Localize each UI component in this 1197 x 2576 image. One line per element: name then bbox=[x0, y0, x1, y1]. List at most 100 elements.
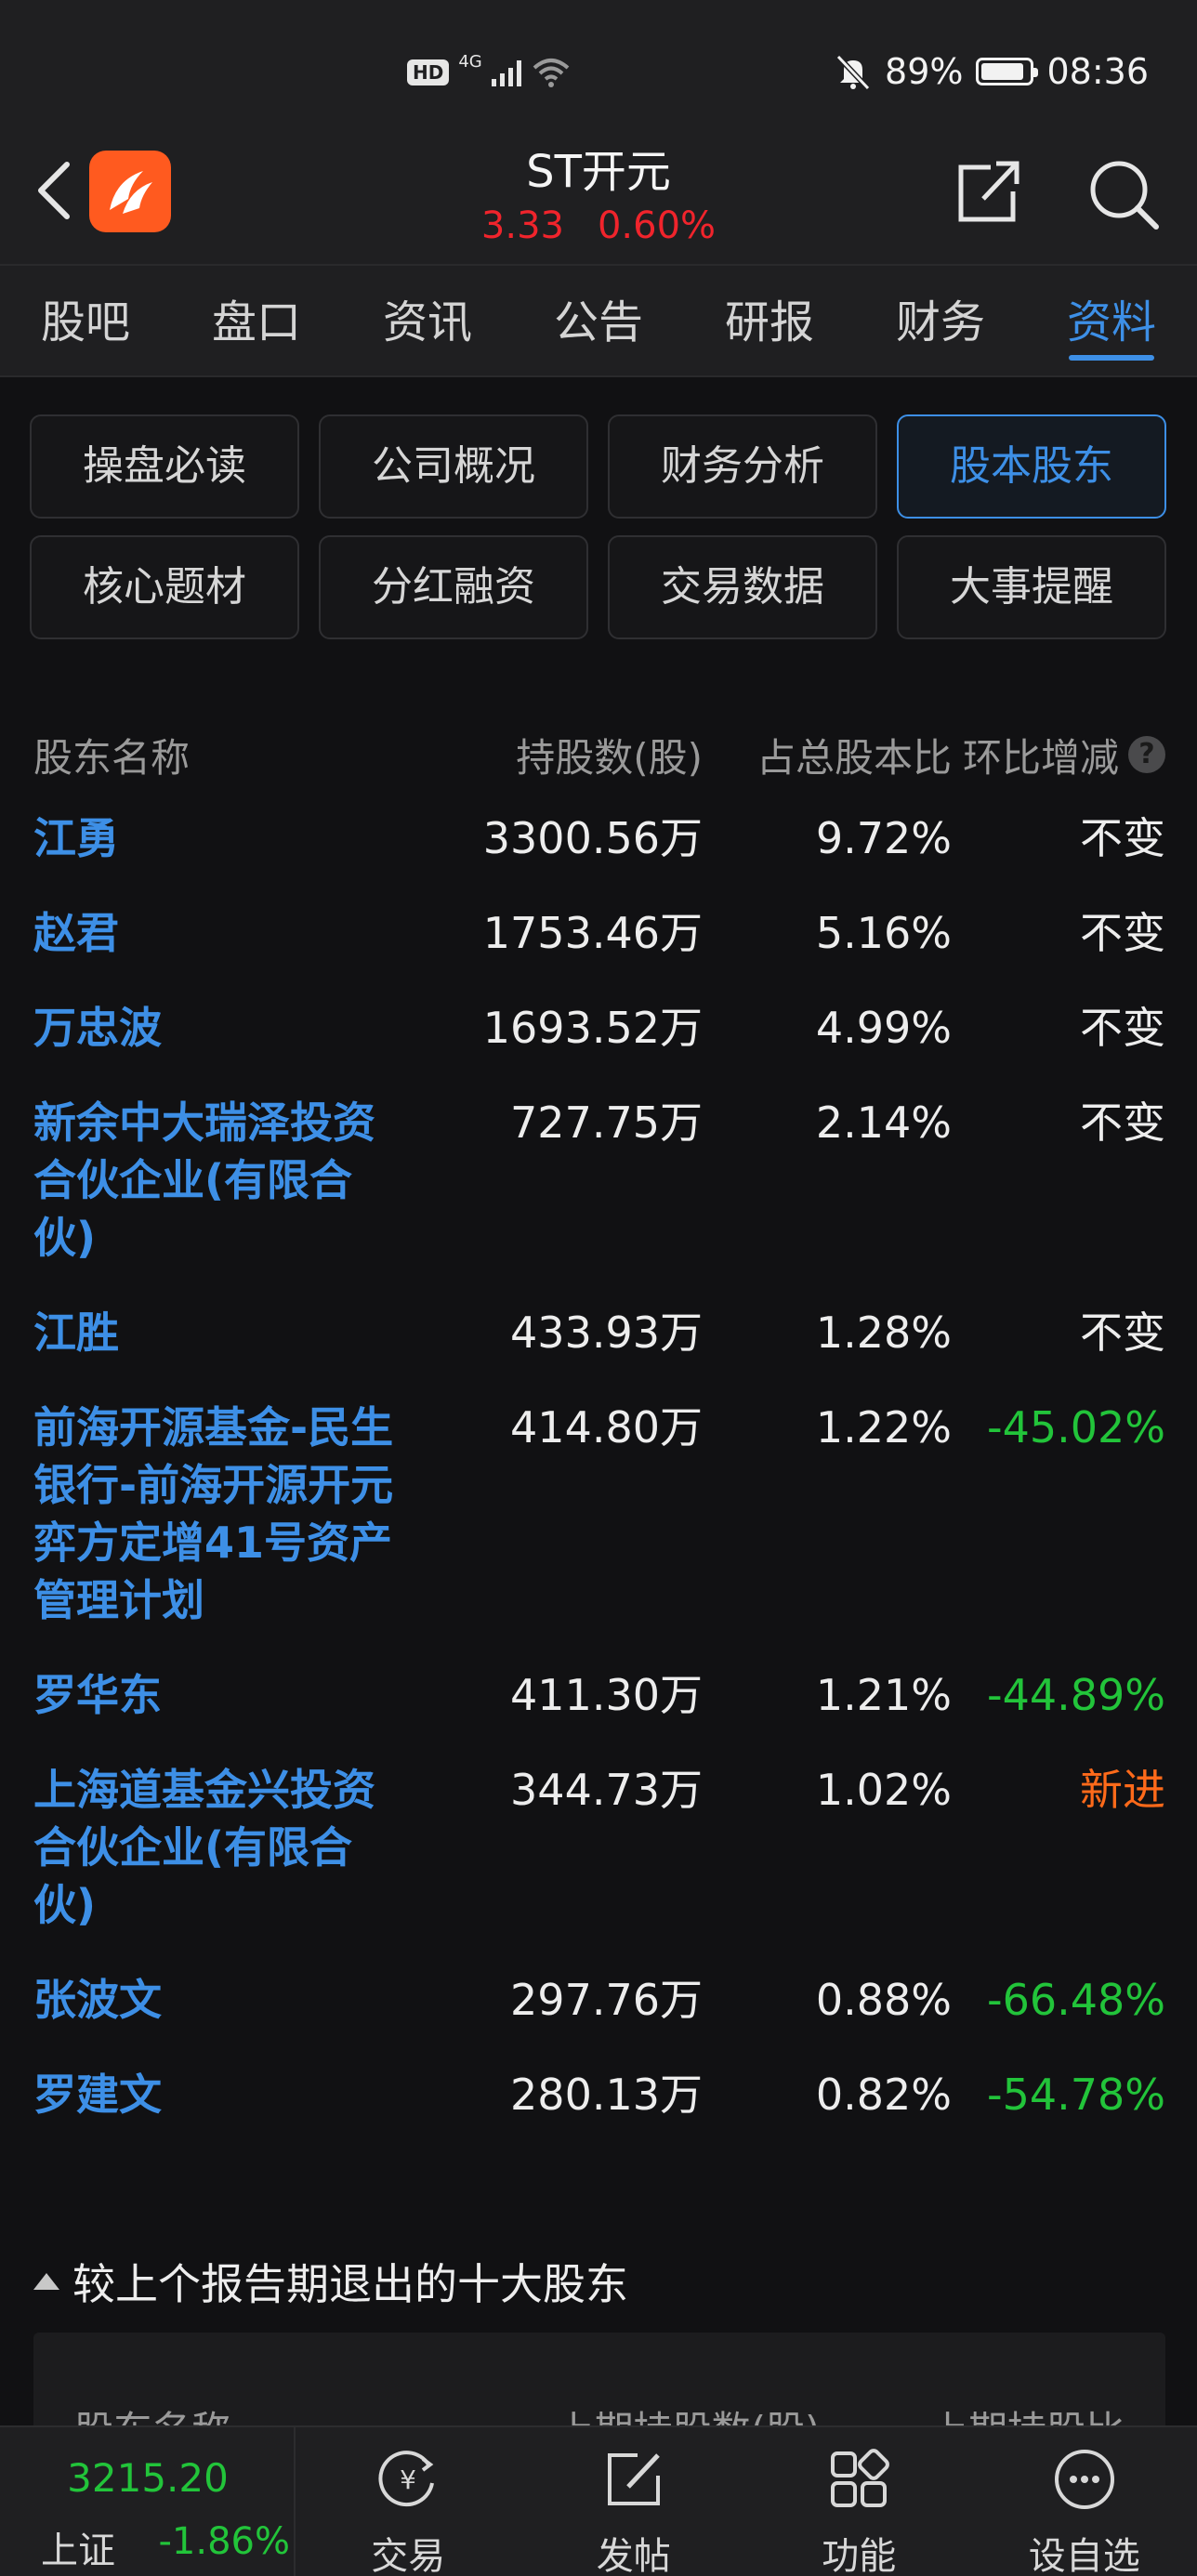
nav-post[interactable]: 发帖 bbox=[521, 2427, 747, 2576]
holder-change: 不变 bbox=[1080, 813, 1165, 863]
table-row[interactable]: 新余中大瑞泽投资 合伙企业(有限合 伙) 727.75万 2.14% 不变 bbox=[33, 1078, 1165, 1288]
share-icon bbox=[958, 161, 1019, 222]
col-holder-name: 股东名称 bbox=[33, 734, 191, 781]
holder-ratio: 1.02% bbox=[815, 1765, 952, 1815]
holder-shares: 3300.56万 bbox=[482, 813, 703, 863]
holder-name[interactable]: 新余中大瑞泽投资 合伙企业(有限合 伙) bbox=[33, 1094, 424, 1267]
triangle-up-icon bbox=[33, 2273, 59, 2290]
holder-shares: 280.13万 bbox=[510, 2070, 703, 2120]
battery-icon bbox=[976, 58, 1039, 85]
sub-tabs: 操盘必读 公司概况 财务分析 股本股东 核心题材 分红融资 交易数据 大事提醒 bbox=[30, 414, 1167, 639]
exited-table-header: 股东名称 上期持股数(股) 上期持股比 bbox=[33, 2399, 1165, 2425]
exited-holders-table: 股东名称 上期持股数(股) 上期持股比 bbox=[33, 2333, 1165, 2425]
bottom-bar: 3215.20 上证 -1.86% ¥ 交易 发帖 功能 设自选 bbox=[0, 2425, 1197, 2576]
back-button[interactable] bbox=[26, 158, 82, 223]
nav-functions[interactable]: 功能 bbox=[746, 2427, 972, 2576]
tab-research[interactable]: 研报 bbox=[684, 266, 855, 375]
tab-news[interactable]: 资讯 bbox=[342, 266, 513, 375]
sub-tab-shareholders[interactable]: 股本股东 bbox=[897, 414, 1166, 519]
table-row[interactable]: 罗建文 280.13万 0.82% -54.78% bbox=[33, 2050, 1165, 2145]
nav-label: 发帖 bbox=[596, 2535, 671, 2576]
exited-holders-toggle[interactable]: 较上个报告期退出的十大股东 bbox=[33, 2249, 1165, 2314]
compose-icon bbox=[607, 2453, 660, 2505]
holder-ratio: 1.28% bbox=[815, 1308, 952, 1358]
holder-ratio: 2.14% bbox=[815, 1097, 952, 1148]
index-change: -1.86% bbox=[158, 2520, 290, 2563]
holder-change: -66.48% bbox=[987, 1975, 1165, 2025]
holder-ratio: 0.82% bbox=[815, 2070, 952, 2120]
holder-ratio: 9.72% bbox=[815, 813, 952, 863]
stock-price: 3.33 bbox=[480, 204, 564, 247]
search-button[interactable] bbox=[1084, 154, 1162, 232]
holder-change: 不变 bbox=[1080, 1308, 1165, 1358]
holder-ratio: 0.88% bbox=[815, 1975, 952, 2025]
table-row[interactable]: 江胜 433.93万 1.28% 不变 bbox=[33, 1288, 1165, 1383]
table-row[interactable]: 万忠波 1693.52万 4.99% 不变 bbox=[33, 983, 1165, 1078]
sub-tab-core-themes[interactable]: 核心题材 bbox=[30, 535, 299, 639]
sub-tab-events[interactable]: 大事提醒 bbox=[897, 535, 1166, 639]
table-row[interactable]: 上海道基金兴投资 合伙企业(有限合 伙) 344.73万 1.02% 新进 bbox=[33, 1745, 1165, 1955]
wifi-icon bbox=[533, 59, 570, 87]
tab-announcements[interactable]: 公告 bbox=[513, 266, 684, 375]
holder-name[interactable]: 江胜 bbox=[33, 1304, 424, 1361]
help-icon[interactable]: ? bbox=[1128, 736, 1165, 773]
hd-badge: HD bbox=[407, 59, 450, 85]
holder-name[interactable]: 前海开源基金-民生 银行-前海开源开元 弈方定增41号资产 管理计划 bbox=[33, 1399, 424, 1629]
sub-tab-dividends[interactable]: 分红融资 bbox=[319, 535, 588, 639]
table-row[interactable]: 赵君 1753.46万 5.16% 不变 bbox=[33, 888, 1165, 983]
yuan-circle-icon: ¥ bbox=[378, 2451, 435, 2507]
holder-ratio: 1.21% bbox=[815, 1670, 952, 1720]
holder-name[interactable]: 赵君 bbox=[33, 904, 424, 962]
sub-tab-company-overview[interactable]: 公司概况 bbox=[319, 414, 588, 519]
exited-title: 较上个报告期退出的十大股东 bbox=[72, 2259, 628, 2309]
holder-ratio: 1.22% bbox=[815, 1402, 952, 1452]
nav-label: 功能 bbox=[822, 2535, 897, 2576]
holder-change: 不变 bbox=[1080, 1097, 1165, 1148]
table-row[interactable]: 前海开源基金-民生 银行-前海开源开元 弈方定增41号资产 管理计划 414.80… bbox=[33, 1383, 1165, 1650]
more-circle-icon bbox=[1054, 2450, 1114, 2509]
holder-name[interactable]: 江勇 bbox=[33, 809, 424, 867]
holder-name[interactable]: 张波文 bbox=[33, 1971, 424, 2029]
tab-finance[interactable]: 财务 bbox=[855, 266, 1026, 375]
holder-shares: 344.73万 bbox=[510, 1765, 703, 1815]
nav-add-watchlist[interactable]: 设自选 bbox=[972, 2427, 1197, 2576]
stock-header: ST开元 3.33 0.60% bbox=[0, 139, 1197, 264]
holder-name[interactable]: 上海道基金兴投资 合伙企业(有限合 伙) bbox=[33, 1761, 424, 1934]
tab-pankou[interactable]: 盘口 bbox=[171, 266, 342, 375]
holder-shares: 1693.52万 bbox=[482, 1003, 703, 1053]
tab-profile[interactable]: 资料 bbox=[1026, 266, 1197, 375]
app-logo[interactable] bbox=[89, 151, 171, 232]
sub-tab-trading-data[interactable]: 交易数据 bbox=[608, 535, 877, 639]
holder-name[interactable]: 万忠波 bbox=[33, 999, 424, 1057]
holder-rows: 江勇 3300.56万 9.72% 不变 赵君 1753.46万 5.16% 不变 万忠波 169… bbox=[33, 794, 1165, 2145]
stock-change-pct: 0.60% bbox=[597, 204, 717, 247]
sub-tab-trading-guide[interactable]: 操盘必读 bbox=[30, 414, 299, 519]
exited-col-ratio: 上期持股比 bbox=[874, 2399, 1125, 2425]
index-name: 上证 bbox=[41, 2530, 115, 2572]
holder-name[interactable]: 罗建文 bbox=[33, 2066, 424, 2123]
holder-ratio: 5.16% bbox=[815, 908, 952, 958]
status-left: HD 4G bbox=[407, 52, 572, 91]
table-row[interactable]: 罗华东 411.30万 1.21% -44.89% bbox=[33, 1650, 1165, 1745]
share-button[interactable] bbox=[950, 156, 1024, 230]
clock: 08:36 bbox=[1046, 51, 1149, 92]
holder-name[interactable]: 罗华东 bbox=[33, 1666, 424, 1724]
holder-change: 不变 bbox=[1080, 1003, 1165, 1053]
holder-change: -54.78% bbox=[987, 2070, 1165, 2120]
holder-change: 新进 bbox=[1080, 1765, 1165, 1815]
col-change: 环比增减 ? bbox=[952, 727, 1165, 783]
tab-guba[interactable]: 股吧 bbox=[0, 266, 171, 375]
logo-icon bbox=[110, 171, 152, 214]
grid-icon bbox=[831, 2449, 890, 2507]
nav-trade[interactable]: ¥ 交易 bbox=[296, 2427, 521, 2576]
holder-shares: 1753.46万 bbox=[482, 908, 703, 958]
table-row[interactable]: 江勇 3300.56万 9.72% 不变 bbox=[33, 794, 1165, 888]
holder-change: 不变 bbox=[1080, 908, 1165, 958]
bell-muted-icon bbox=[835, 54, 871, 90]
sub-tab-financial-analysis[interactable]: 财务分析 bbox=[608, 414, 877, 519]
col-shares: 持股数(股) bbox=[516, 734, 703, 781]
signal-icon bbox=[491, 59, 521, 86]
table-row[interactable]: 张波文 297.76万 0.88% -66.48% bbox=[33, 1955, 1165, 2050]
index-ticker[interactable]: 3215.20 上证 -1.86% bbox=[0, 2427, 296, 2576]
exited-col-shares: 上期持股数(股) bbox=[502, 2399, 874, 2425]
